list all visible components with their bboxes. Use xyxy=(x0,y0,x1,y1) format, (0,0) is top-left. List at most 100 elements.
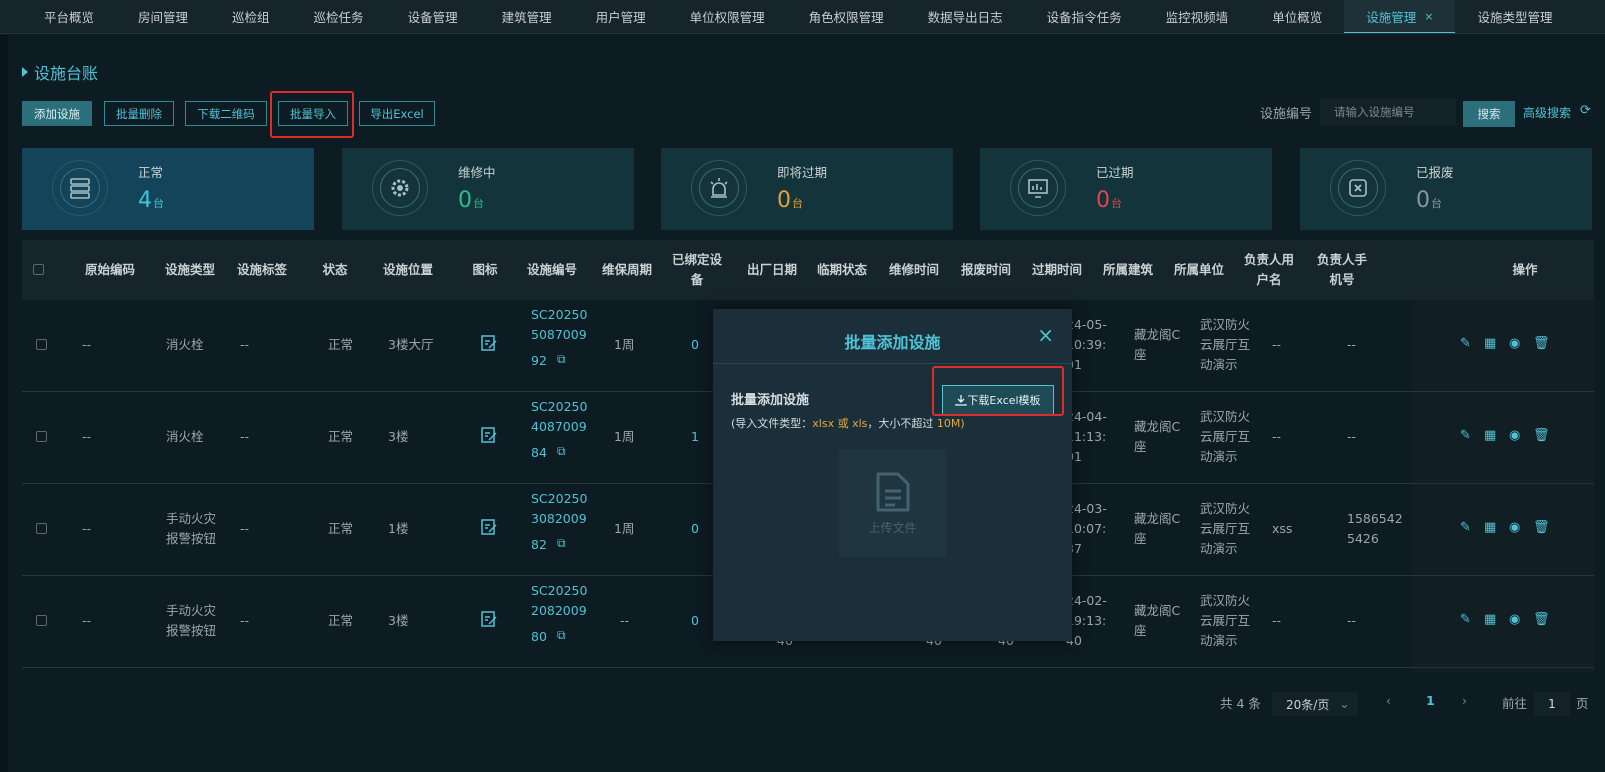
table-cell: 手动火灾 报警按钮 xyxy=(166,603,217,638)
chevron-down-icon: ⌄ xyxy=(1339,697,1350,711)
row-checkbox[interactable] xyxy=(36,431,47,442)
add-facility-button[interactable]: 添加设施 xyxy=(22,101,92,126)
column-header[interactable]: 设施编号 xyxy=(522,260,582,280)
copy-icon[interactable]: ⧉ xyxy=(557,628,566,643)
tab-2[interactable]: 巡检组 xyxy=(210,0,292,33)
column-header[interactable]: 临期状态 xyxy=(814,260,870,280)
delete-icon[interactable]: 🗑 xyxy=(1533,520,1550,535)
tab-4[interactable]: 设备管理 xyxy=(386,0,480,33)
table-cell: 座 xyxy=(1134,623,1147,638)
column-header[interactable]: 维保周期 xyxy=(597,260,657,280)
current-page[interactable]: 1 xyxy=(1426,693,1435,708)
tab-8[interactable]: 角色权限管理 xyxy=(787,0,906,33)
tab-6[interactable]: 用户管理 xyxy=(574,0,668,33)
table-cell: SC20250 xyxy=(531,583,588,598)
scrap-icon xyxy=(1338,168,1378,208)
table-cell: -- xyxy=(1272,613,1282,628)
qrcode-icon[interactable]: ▦ xyxy=(1484,336,1496,351)
tab-0[interactable]: 平台概览 xyxy=(22,0,116,33)
advanced-search-link[interactable]: 高级搜索 xyxy=(1523,104,1571,121)
prev-page-icon[interactable]: ‹ xyxy=(1386,693,1391,708)
qrcode-icon[interactable]: ▦ xyxy=(1484,520,1496,535)
search-button[interactable]: 搜索 xyxy=(1463,101,1515,127)
tab-11[interactable]: 监控视频墙 xyxy=(1144,0,1251,33)
column-header[interactable]: 操作 xyxy=(1434,260,1605,280)
close-icon[interactable]: × xyxy=(1424,10,1433,23)
search-input[interactable]: 请输入设施编号 xyxy=(1320,98,1456,126)
table-header: 原始编码 设施类型 设施标签 状态 设施位置 图标 设施编号 维保周期 已绑定设备 出厂日期 临期状… xyxy=(22,240,1594,300)
column-header[interactable]: 所属单位 xyxy=(1171,260,1227,280)
tab-9[interactable]: 数据导出日志 xyxy=(906,0,1025,33)
view-icon[interactable]: ◉ xyxy=(1509,336,1520,351)
qrcode-icon[interactable]: ▦ xyxy=(1484,612,1496,627)
table-cell: 1 xyxy=(691,429,699,444)
delete-icon[interactable]: 🗑 xyxy=(1533,612,1550,627)
stat-card[interactable]: 已过期 0台 xyxy=(980,148,1272,230)
table-cell: 4087009 xyxy=(531,419,587,434)
qrcode-icon[interactable]: ▦ xyxy=(1484,428,1496,443)
stat-card[interactable]: 维修中 0台 xyxy=(342,148,634,230)
edit-icon[interactable]: ✎ xyxy=(1460,612,1471,627)
export-excel-button[interactable]: 导出Excel xyxy=(359,101,435,126)
tab-14[interactable]: 设施类型管理 xyxy=(1455,0,1574,33)
table-cell: 1586542 5426 xyxy=(1347,511,1403,546)
table-cell: 11:13: xyxy=(1066,429,1107,444)
page-size-select[interactable]: 20条/页 ⌄ xyxy=(1272,692,1358,716)
tab-3[interactable]: 巡检任务 xyxy=(292,0,386,33)
tab-5[interactable]: 建筑管理 xyxy=(480,0,574,33)
goto-page-input[interactable]: 1 xyxy=(1534,692,1570,716)
column-header[interactable]: 报废时间 xyxy=(958,260,1014,280)
column-header[interactable]: 出厂日期 xyxy=(744,260,800,280)
copy-icon[interactable]: ⧉ xyxy=(557,536,566,551)
row-checkbox[interactable] xyxy=(36,523,47,534)
edit-icon[interactable]: ✎ xyxy=(1460,520,1471,535)
delete-icon[interactable]: 🗑 xyxy=(1533,336,1550,351)
column-header[interactable]: 原始编码 xyxy=(80,260,140,280)
column-header[interactable]: 所属建筑 xyxy=(1100,260,1156,280)
view-icon[interactable]: ◉ xyxy=(1509,428,1520,443)
stat-card[interactable]: 即将过期 0台 xyxy=(661,148,953,230)
refresh-icon[interactable]: ⟳ xyxy=(1580,103,1591,118)
table-cell: 消火栓 xyxy=(166,429,204,444)
table-cell: 云展厅互 xyxy=(1200,429,1251,444)
tab-1[interactable]: 房间管理 xyxy=(116,0,210,33)
row-checkbox[interactable] xyxy=(36,339,47,350)
edit-icon[interactable]: ✎ xyxy=(1460,336,1471,351)
stat-card[interactable]: 已报废 0台 xyxy=(1300,148,1592,230)
tab-13[interactable]: 设施管理 × xyxy=(1344,0,1456,33)
view-icon[interactable]: ◉ xyxy=(1509,520,1520,535)
table-cell: 19:13: xyxy=(1066,613,1107,628)
tab-7[interactable]: 单位权限管理 xyxy=(668,0,787,33)
row-checkbox[interactable] xyxy=(36,615,47,626)
copy-icon[interactable]: ⧉ xyxy=(557,444,566,459)
column-header[interactable]: 设施类型 xyxy=(162,260,218,280)
table-cell: 1周 xyxy=(614,521,635,536)
column-header[interactable]: 过期时间 xyxy=(1029,260,1085,280)
edit-icon[interactable]: ✎ xyxy=(1460,428,1471,443)
column-header[interactable]: 图标 xyxy=(465,260,505,280)
stat-card[interactable]: 正常 4台 xyxy=(22,148,314,230)
delete-icon[interactable]: 🗑 xyxy=(1533,428,1550,443)
table-cell: -- xyxy=(1347,613,1357,628)
table-cell: 1周 xyxy=(614,429,635,444)
close-icon[interactable]: × xyxy=(1037,323,1054,347)
icon-ring xyxy=(1010,160,1066,216)
caret-right-icon xyxy=(22,67,28,77)
column-header[interactable]: 负责人用户名 xyxy=(1242,250,1296,290)
table-cell: -- xyxy=(240,613,250,628)
column-header[interactable]: 状态 xyxy=(320,260,350,280)
select-all-checkbox[interactable] xyxy=(33,264,44,275)
upload-file-area[interactable]: 上传文件 xyxy=(839,449,946,557)
column-header[interactable]: 设施标签 xyxy=(234,260,290,280)
view-icon[interactable]: ◉ xyxy=(1509,612,1520,627)
column-header[interactable]: 设施位置 xyxy=(378,260,438,280)
column-header[interactable]: 负责人手机号 xyxy=(1315,250,1369,290)
column-header[interactable]: 已绑定设备 xyxy=(671,250,723,290)
download-qr-button[interactable]: 下载二维码 xyxy=(185,101,267,126)
next-page-icon[interactable]: › xyxy=(1462,693,1467,708)
batch-delete-button[interactable]: 批量删除 xyxy=(104,101,174,126)
tab-12[interactable]: 单位概览 xyxy=(1250,0,1344,33)
copy-icon[interactable]: ⧉ xyxy=(557,352,566,367)
tab-10[interactable]: 设备指令任务 xyxy=(1025,0,1144,33)
column-header[interactable]: 维修时间 xyxy=(886,260,942,280)
